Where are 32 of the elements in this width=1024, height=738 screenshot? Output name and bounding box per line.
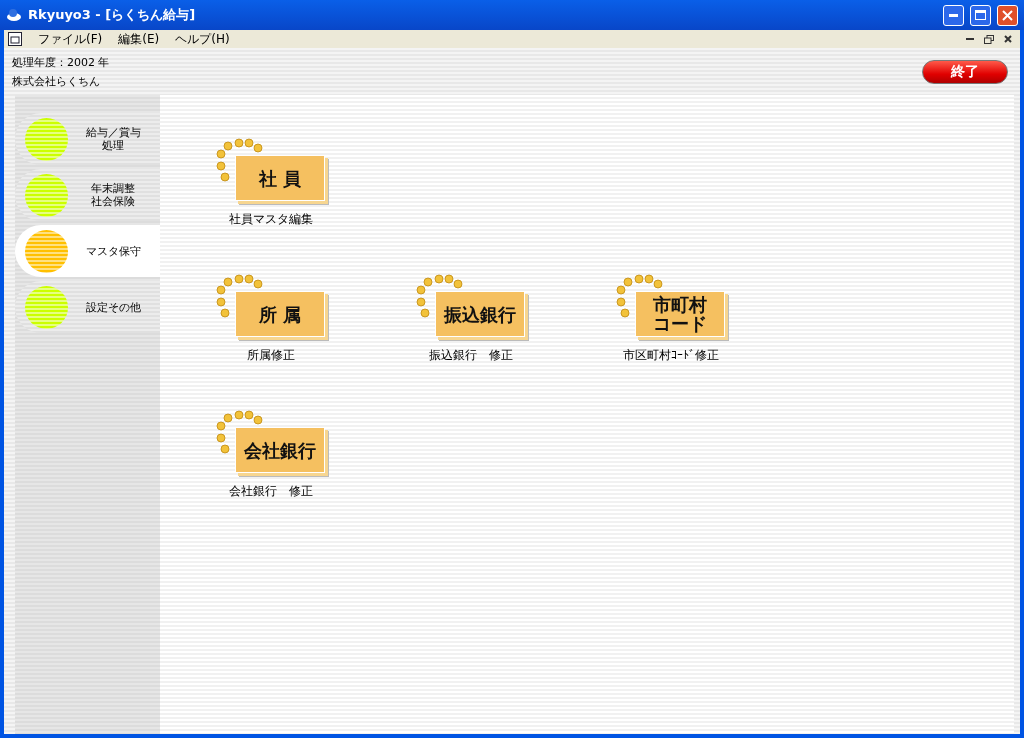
exit-button[interactable]: 終了: [922, 59, 1008, 84]
maximize-button[interactable]: [970, 4, 991, 26]
close-button[interactable]: [997, 4, 1018, 26]
tile-caption: 振込銀行 修正: [429, 347, 513, 364]
tile-caption: 所属修正: [247, 347, 295, 364]
menu-item[interactable]: ヘルプ(H): [175, 30, 230, 48]
menu-item[interactable]: ファイル(F): [38, 30, 103, 48]
minimize-icon: [966, 38, 974, 40]
close-icon: [1004, 35, 1012, 43]
tile-caption: 会社銀行 修正: [229, 483, 313, 500]
restore-button[interactable]: [981, 32, 997, 46]
sidebar-item[interactable]: 設定その他: [15, 281, 160, 333]
tile-caption: 社員マスタ編集: [229, 211, 313, 228]
restore-icon: [984, 34, 994, 44]
circle-icon: [25, 117, 68, 161]
company-name: 株式会社らくちん: [12, 73, 101, 89]
circle-icon: [25, 285, 68, 329]
fiscal-year-label: 処理年度：2002 年: [12, 54, 110, 70]
tile-caption: 市区町村ｺｰﾄﾞ修正: [623, 347, 719, 364]
close-icon: [1002, 9, 1013, 21]
sidebar-item[interactable]: 給与／賞与 処理: [15, 113, 160, 165]
app-icon: [6, 8, 22, 22]
circle-icon: [25, 173, 68, 217]
window-title: Rkyuyo3 - [らくちん給与]: [28, 6, 197, 24]
minimize-button[interactable]: [943, 4, 964, 26]
minimize-icon: [949, 13, 958, 17]
circle-icon: [25, 229, 68, 273]
sidebar-item[interactable]: 年末調整 社会保険: [15, 169, 160, 221]
sidebar-item[interactable]: マスタ保守: [15, 225, 160, 277]
document-icon[interactable]: [8, 32, 22, 46]
menu-item[interactable]: 編集(E): [118, 30, 160, 48]
maximize-icon: [975, 10, 986, 20]
